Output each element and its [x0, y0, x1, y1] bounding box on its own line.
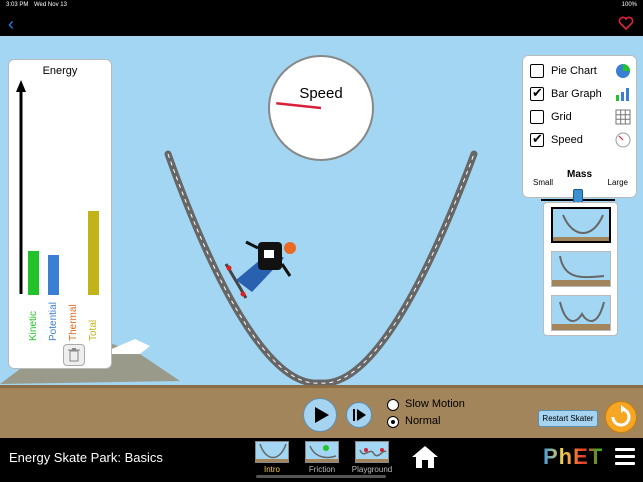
home-icon[interactable]	[410, 444, 440, 470]
speedometer-dial	[276, 102, 322, 110]
speedometer-icon	[615, 132, 631, 148]
slow-motion-option[interactable]: Slow Motion	[387, 398, 487, 413]
normal-speed-label: Normal	[405, 415, 441, 427]
restart-skater-button[interactable]: Restart Skater	[538, 410, 598, 427]
slow-motion-radio[interactable]	[387, 399, 399, 411]
energy-label-thermal: Thermal	[68, 304, 79, 341]
intro-screen-icon	[255, 441, 289, 463]
screen-tab-intro[interactable]: Intro	[250, 441, 294, 475]
energy-bar-total	[88, 211, 99, 295]
bar-graph-icon	[616, 88, 629, 101]
bar-graph-label: Bar Graph	[551, 88, 602, 100]
screen-tab-friction[interactable]: Friction	[300, 441, 344, 475]
track-path[interactable]	[164, 150, 478, 387]
track-option-double-well[interactable]	[551, 295, 611, 331]
speed-label: Speed	[551, 134, 583, 146]
normal-speed-option[interactable]: Normal	[387, 415, 487, 430]
track-option-slope[interactable]	[551, 251, 611, 287]
app-title: Energy Skate Park: Basics	[9, 450, 163, 465]
reset-all-icon[interactable]	[605, 401, 637, 433]
friction-screen-icon	[305, 441, 339, 463]
energy-label-kinetic: Kinetic	[28, 310, 39, 341]
sim-scene: Energy Kinetic Potential Thermal Total Spee…	[0, 36, 643, 438]
top-bar: ‹	[0, 12, 643, 36]
pie-chart-icon	[616, 64, 630, 78]
energy-axis	[16, 80, 26, 294]
play-button[interactable]	[303, 398, 337, 432]
screen-tab-playground[interactable]: Playground	[350, 441, 394, 475]
hamburger-menu-icon[interactable]	[615, 448, 635, 466]
controls-panel: Pie Chart ✔ Bar Graph Grid ✔ Speed Mass …	[522, 55, 637, 211]
pie-chart-toggle[interactable]: Pie Chart	[530, 62, 632, 80]
grid-icon	[615, 109, 631, 125]
speed-toggle[interactable]: ✔ Speed	[530, 131, 632, 149]
grid-checkbox[interactable]	[530, 110, 544, 124]
energy-label-potential: Potential	[48, 302, 59, 341]
status-bar: 3:03 PM Wed Nov 13 100%	[0, 0, 643, 12]
grid-label: Grid	[551, 111, 572, 123]
status-battery: 100%	[621, 2, 637, 8]
track-option-parabola[interactable]	[551, 207, 611, 243]
phet-logo[interactable]: PhET	[543, 444, 603, 470]
mass-max-label: Large	[607, 178, 628, 187]
energy-bar-potential	[48, 255, 59, 295]
back-chevron-icon[interactable]: ‹	[8, 14, 26, 34]
track-selector	[543, 202, 618, 336]
normal-speed-radio[interactable]	[387, 416, 399, 428]
status-time: 3:03 PM	[6, 2, 29, 8]
trash-icon[interactable]	[63, 344, 85, 366]
grid-toggle[interactable]: Grid	[530, 108, 632, 126]
pie-chart-checkbox[interactable]	[530, 64, 544, 78]
screen-label-playground: Playground	[351, 465, 393, 474]
bar-graph-toggle[interactable]: ✔ Bar Graph	[530, 85, 632, 103]
speed-checkbox[interactable]: ✔	[530, 131, 544, 147]
pie-chart-label: Pie Chart	[551, 65, 597, 77]
normal-speed-dot	[391, 420, 395, 424]
speedometer-needle	[276, 102, 322, 110]
bar-graph-check: ✔	[532, 85, 543, 100]
bar-graph-checkbox[interactable]: ✔	[530, 85, 544, 101]
speedometer[interactable]: Speed	[268, 55, 374, 161]
heart-icon[interactable]	[617, 14, 635, 34]
skater[interactable]	[224, 240, 296, 299]
home-indicator	[256, 475, 386, 478]
phet-logo-text: PhET	[543, 444, 604, 469]
energy-bar-graph-panel: Energy Kinetic Potential Thermal Total	[8, 59, 112, 369]
energy-label-total: Total	[88, 319, 99, 341]
playground-screen-icon	[355, 441, 389, 463]
energy-bar-kinetic	[28, 251, 39, 295]
slow-motion-label: Slow Motion	[405, 398, 465, 410]
mass-min-label: Small	[533, 178, 554, 187]
status-date: Wed Nov 13	[34, 2, 67, 8]
speed-check: ✔	[532, 131, 543, 146]
step-forward-button[interactable]	[346, 402, 372, 428]
